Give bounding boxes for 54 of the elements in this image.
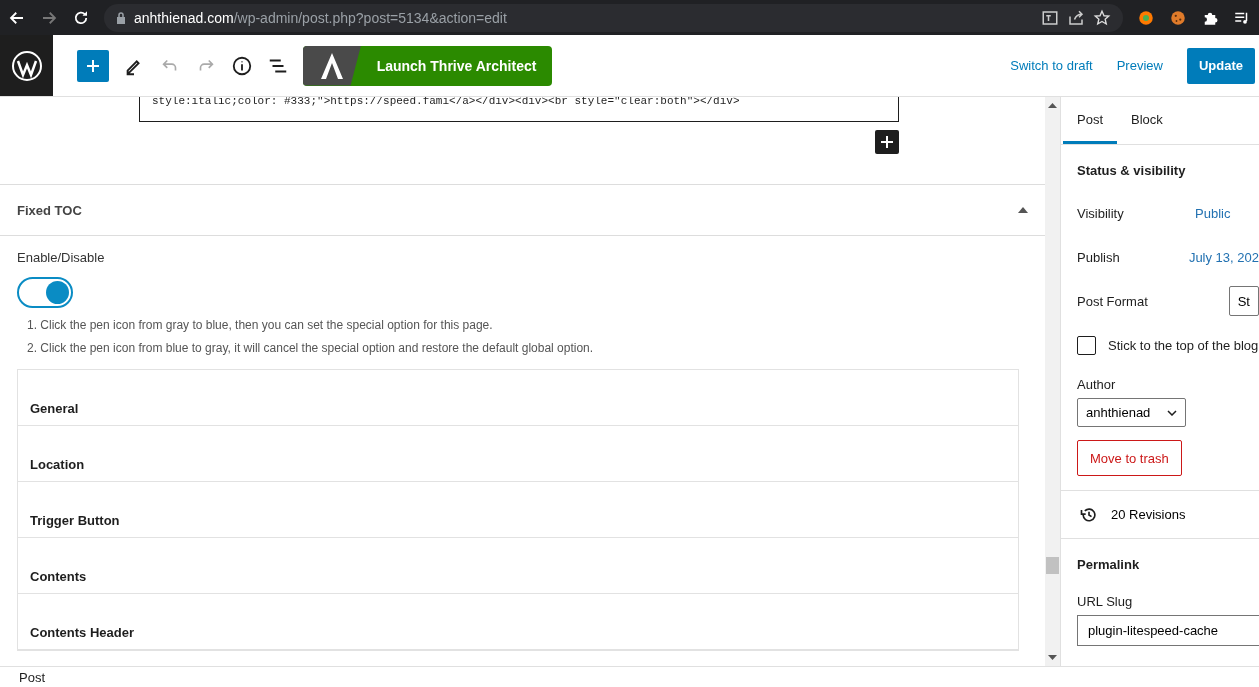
header-link[interactable]: Switch to draft (1010, 58, 1093, 73)
accordion-section[interactable]: Trigger Button (18, 482, 1018, 538)
lock-icon (116, 11, 126, 24)
metabox-header[interactable]: Fixed TOC (0, 184, 1045, 236)
setting-label: Post Format (1077, 293, 1149, 309)
author-label: Author (1076, 376, 1117, 394)
accordion-section[interactable]: Contents Header (18, 594, 1018, 650)
instruction-text: 1. Click the pen icon from gray to blue, then you can set the special option for this page. (27, 318, 494, 332)
add-block-button[interactable] (875, 130, 899, 154)
setting-link[interactable]: Public (1195, 205, 1231, 221)
setting-label: Publish (1077, 249, 1121, 265)
accordion-section[interactable]: General (18, 370, 1018, 426)
panel-title: Permalink (1076, 556, 1141, 572)
translate-icon[interactable] (1041, 8, 1059, 27)
scroll-thumb[interactable] (1046, 557, 1059, 574)
status-bar-text: Post (0, 666, 1259, 687)
collapse-icon[interactable] (1018, 207, 1028, 213)
accordion-section[interactable]: Location (18, 426, 1018, 482)
setting-link[interactable]: July 13, 202 (1188, 249, 1259, 265)
chevron-down-icon (1167, 409, 1177, 416)
scroll-down-icon[interactable] (1048, 655, 1057, 660)
star-icon[interactable] (1093, 8, 1111, 27)
url-text: anhthienad.com/wp-admin/post.php?post=5134&action=edit (134, 9, 507, 26)
sidebar-tab[interactable]: Post (1063, 97, 1117, 144)
wordpress-logo[interactable] (0, 35, 53, 96)
setting-label: Visibility (1077, 205, 1125, 221)
code-text: style:italic;color: #333;">https://speed.fami</a></div><div><br style="clear:both"></div> (139, 97, 899, 122)
header-link[interactable]: Preview (1116, 58, 1163, 73)
revisions-link[interactable]: 20 Revisions (1111, 507, 1186, 522)
slug-field[interactable]: plugin-litespeed-cache (1077, 615, 1259, 646)
metabox-title: Fixed TOC (17, 202, 82, 218)
author-select[interactable]: anhthienad (1077, 398, 1186, 427)
plus-icon (880, 135, 894, 149)
share-icon[interactable] (1067, 8, 1085, 27)
format-select[interactable]: St (1228, 286, 1259, 316)
checkbox-label: Stick to the top of the blog (1108, 337, 1259, 353)
info-icon[interactable] (231, 54, 253, 77)
scrollbar[interactable] (1045, 97, 1060, 666)
plus-icon (85, 57, 101, 74)
address-bar[interactable]: anhthienad.com/wp-admin/post.php?post=5134&action=edit (104, 3, 1123, 32)
toggle-switch[interactable] (17, 277, 73, 308)
update-button[interactable]: Update (1186, 47, 1255, 84)
accordion-section[interactable]: Contents (18, 538, 1018, 594)
cookie-icon[interactable] (1169, 8, 1187, 27)
extension-badge-icon[interactable] (1137, 8, 1155, 27)
sticky-checkbox[interactable] (1077, 335, 1096, 355)
panel-title: Status & visibility (1076, 162, 1187, 180)
launch-builder-button[interactable]: Launch Thrive Architect (303, 45, 552, 86)
instruction-text: 2. Click the pen icon from blue to gray, it will cancel the special option and restore the default global option. (27, 341, 595, 355)
toggle-label: Enable/Disable (17, 250, 106, 265)
trash-button[interactable]: Move to trash (1077, 440, 1182, 476)
field-label: URL Slug (1076, 593, 1134, 611)
scroll-up-icon[interactable] (1048, 103, 1057, 108)
sidebar-tab[interactable]: Block (1117, 97, 1177, 144)
